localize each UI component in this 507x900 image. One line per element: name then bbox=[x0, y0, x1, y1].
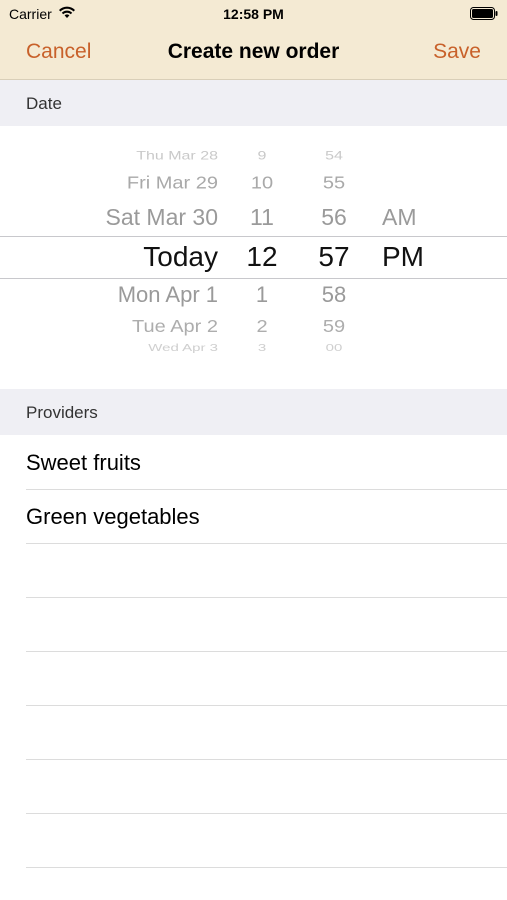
page-title: Create new order bbox=[167, 40, 340, 63]
empty-list-row bbox=[26, 706, 507, 760]
provider-list-item[interactable]: Green vegetables bbox=[26, 490, 507, 544]
picker-minute-cell: 54 bbox=[325, 150, 343, 163]
picker-hour-cell: 1 bbox=[255, 282, 269, 307]
picker-hour-cell: 12 bbox=[246, 241, 278, 272]
provider-label: Sweet fruits bbox=[26, 450, 141, 475]
picker-date-cell: Sat Mar 30 bbox=[105, 204, 219, 230]
empty-list-row bbox=[26, 652, 507, 706]
picker-hour-cell: 3 bbox=[257, 342, 267, 354]
picker-hour-cell: 2 bbox=[256, 317, 268, 337]
picker-hour-cell: 9 bbox=[257, 150, 267, 163]
top-bar: Carrier 12:58 PM Cancel Create new order… bbox=[0, 0, 507, 80]
empty-list-row bbox=[26, 598, 507, 652]
empty-list-row bbox=[26, 760, 507, 814]
picker-date-cell: Tue Apr 2 bbox=[132, 317, 218, 337]
picker-date-cell: Fri Mar 29 bbox=[126, 173, 218, 193]
picker-hour-cell: 10 bbox=[250, 173, 274, 193]
empty-list-row bbox=[26, 544, 507, 598]
save-button[interactable]: Save bbox=[433, 40, 481, 64]
picker-minute-cell: 58 bbox=[321, 282, 347, 307]
status-time: 12:58 PM bbox=[223, 6, 284, 22]
picker-date-cell: Mon Apr 1 bbox=[117, 282, 218, 307]
picker-date-cell: Wed Apr 3 bbox=[148, 342, 218, 354]
date-section-header: Date bbox=[0, 80, 507, 126]
picker-date-cell: Thu Mar 28 bbox=[136, 150, 218, 163]
picker-selection-top-line bbox=[0, 236, 507, 237]
provider-list-item[interactable]: Sweet fruits bbox=[26, 436, 507, 490]
status-bar: Carrier 12:58 PM bbox=[0, 0, 507, 28]
picker-minute-cell: 57 bbox=[318, 241, 350, 272]
empty-list-row bbox=[26, 814, 507, 868]
provider-label: Green vegetables bbox=[26, 504, 200, 529]
picker-ampm-cell: PM bbox=[382, 241, 424, 272]
battery-icon bbox=[470, 7, 498, 23]
picker-date-cell: Today bbox=[143, 241, 218, 272]
picker-minute-cell: 55 bbox=[322, 173, 346, 193]
providers-section-label: Providers bbox=[26, 403, 98, 422]
providers-section-header: Providers bbox=[0, 389, 507, 435]
picker-minute-cell: 56 bbox=[321, 204, 347, 230]
picker-selection-bottom-line bbox=[0, 278, 507, 279]
date-section-label: Date bbox=[26, 94, 62, 113]
navigation-bar: Cancel Create new order Save bbox=[0, 28, 507, 79]
date-time-picker[interactable]: ​ Thu Mar 28 9 54 Fri Mar 29 10 55 Sat M… bbox=[0, 126, 507, 388]
picker-minute-cell: 59 bbox=[322, 317, 346, 337]
picker-hour-cell: 11 bbox=[250, 204, 274, 230]
picker-minute-cell: 00 bbox=[325, 342, 343, 354]
picker-ampm-cell: AM bbox=[382, 204, 417, 230]
